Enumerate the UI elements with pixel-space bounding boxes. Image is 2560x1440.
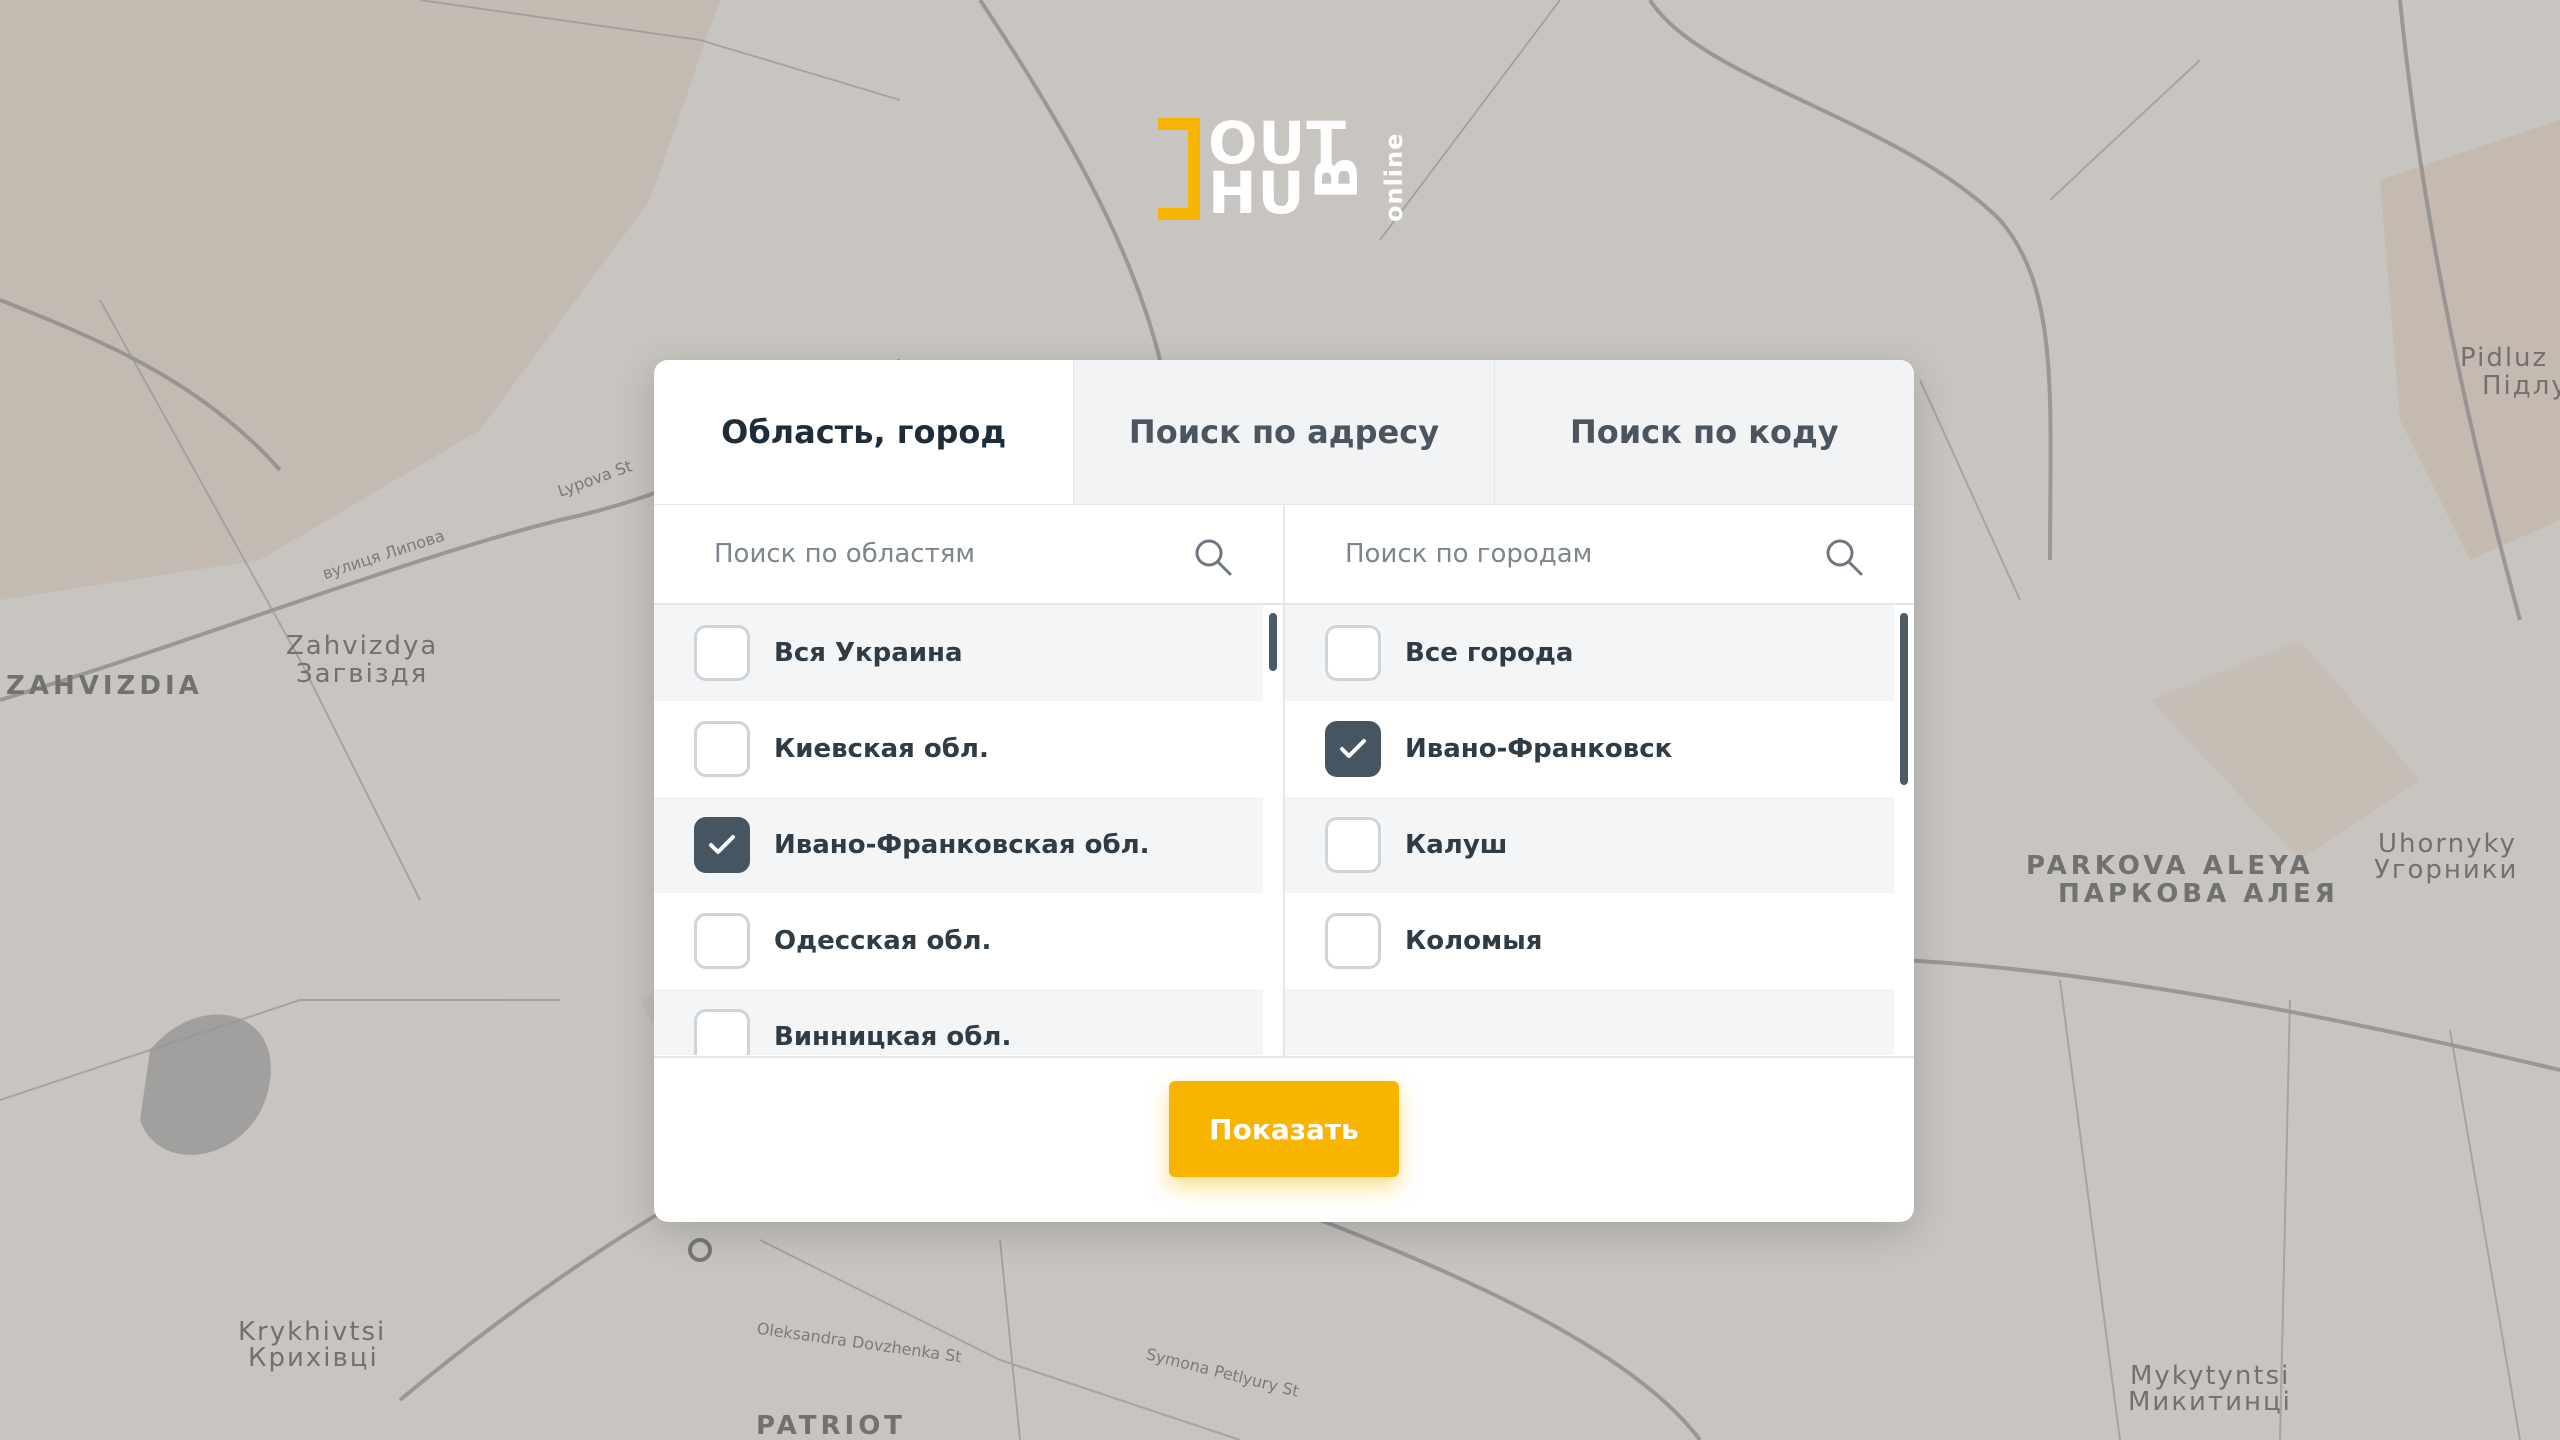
logo-text-rotated-letter: B xyxy=(1303,155,1371,200)
checkmark-icon xyxy=(1340,739,1366,758)
list-item-region[interactable]: Киевская обл. xyxy=(654,701,1263,797)
cities-list[interactable]: Все города Ивано-Франковск Калуш Коломыя xyxy=(1285,605,1914,1055)
checkbox[interactable] xyxy=(694,817,750,873)
tab-bar: Область, город Поиск по адресу Поиск по … xyxy=(654,360,1914,504)
checkbox[interactable] xyxy=(1325,817,1381,873)
logo: OUT HU B online xyxy=(1158,110,1408,226)
list-item-label: Винницкая обл. xyxy=(774,1022,1012,1052)
list-item-region[interactable]: Ивано-Франковская обл. xyxy=(654,797,1263,893)
list-item-city[interactable]: Калуш xyxy=(1285,797,1894,893)
list-item-city[interactable]: Ивано-Франковск xyxy=(1285,701,1894,797)
checkbox[interactable] xyxy=(694,721,750,777)
list-item-empty xyxy=(1285,989,1894,1055)
card-footer: Показать xyxy=(654,1056,1914,1222)
location-filter-card: Область, город Поиск по адресу Поиск по … xyxy=(654,360,1914,1222)
checkbox[interactable] xyxy=(1325,913,1381,969)
logo-bracket-shape xyxy=(1158,118,1200,220)
regions-scrollbar[interactable] xyxy=(1269,613,1277,671)
cities-search-input[interactable] xyxy=(1345,524,1825,584)
logo-text-line2: HU xyxy=(1208,159,1306,227)
regions-search xyxy=(654,505,1283,605)
list-item-region[interactable]: Винницкая обл. xyxy=(654,989,1263,1055)
list-item-label: Коломыя xyxy=(1405,926,1543,956)
filter-columns: Вся Украина Киевская обл. Ивано-Франковс… xyxy=(654,504,1914,1056)
regions-column: Вся Украина Киевская обл. Ивано-Франковс… xyxy=(654,505,1283,1056)
list-item-region[interactable]: Одесская обл. xyxy=(654,893,1263,989)
cities-scrollbar[interactable] xyxy=(1900,613,1908,785)
checkbox[interactable] xyxy=(694,625,750,681)
list-item-region[interactable]: Вся Украина xyxy=(654,605,1263,701)
cities-search xyxy=(1285,505,1914,605)
list-item-city[interactable]: Все города xyxy=(1285,605,1894,701)
checkbox[interactable] xyxy=(694,913,750,969)
list-item-label: Киевская обл. xyxy=(774,734,989,764)
search-icon[interactable] xyxy=(1193,537,1233,577)
regions-list[interactable]: Вся Украина Киевская обл. Ивано-Франковс… xyxy=(654,605,1283,1055)
list-item-label: Все города xyxy=(1405,638,1574,668)
tab-region-city[interactable]: Область, город xyxy=(654,360,1074,504)
show-button[interactable]: Показать xyxy=(1169,1081,1399,1177)
list-item-label: Одесская обл. xyxy=(774,926,992,956)
checkmark-icon xyxy=(709,835,735,854)
checkbox[interactable] xyxy=(694,1009,750,1055)
tab-search-address[interactable]: Поиск по адресу xyxy=(1073,360,1494,504)
list-item-label: Ивано-Франковская обл. xyxy=(774,830,1150,860)
checkbox[interactable] xyxy=(1325,625,1381,681)
list-item-city[interactable]: Коломыя xyxy=(1285,893,1894,989)
logo-text-online: online xyxy=(1380,132,1408,222)
checkbox[interactable] xyxy=(1325,721,1381,777)
search-icon[interactable] xyxy=(1824,537,1864,577)
cities-column: Все города Ивано-Франковск Калуш xyxy=(1283,505,1914,1056)
list-item-label: Калуш xyxy=(1405,830,1508,860)
regions-search-input[interactable] xyxy=(714,524,1194,584)
list-item-label: Вся Украина xyxy=(774,638,963,668)
tab-search-code[interactable]: Поиск по коду xyxy=(1493,360,1914,504)
list-item-label: Ивано-Франковск xyxy=(1405,734,1673,764)
